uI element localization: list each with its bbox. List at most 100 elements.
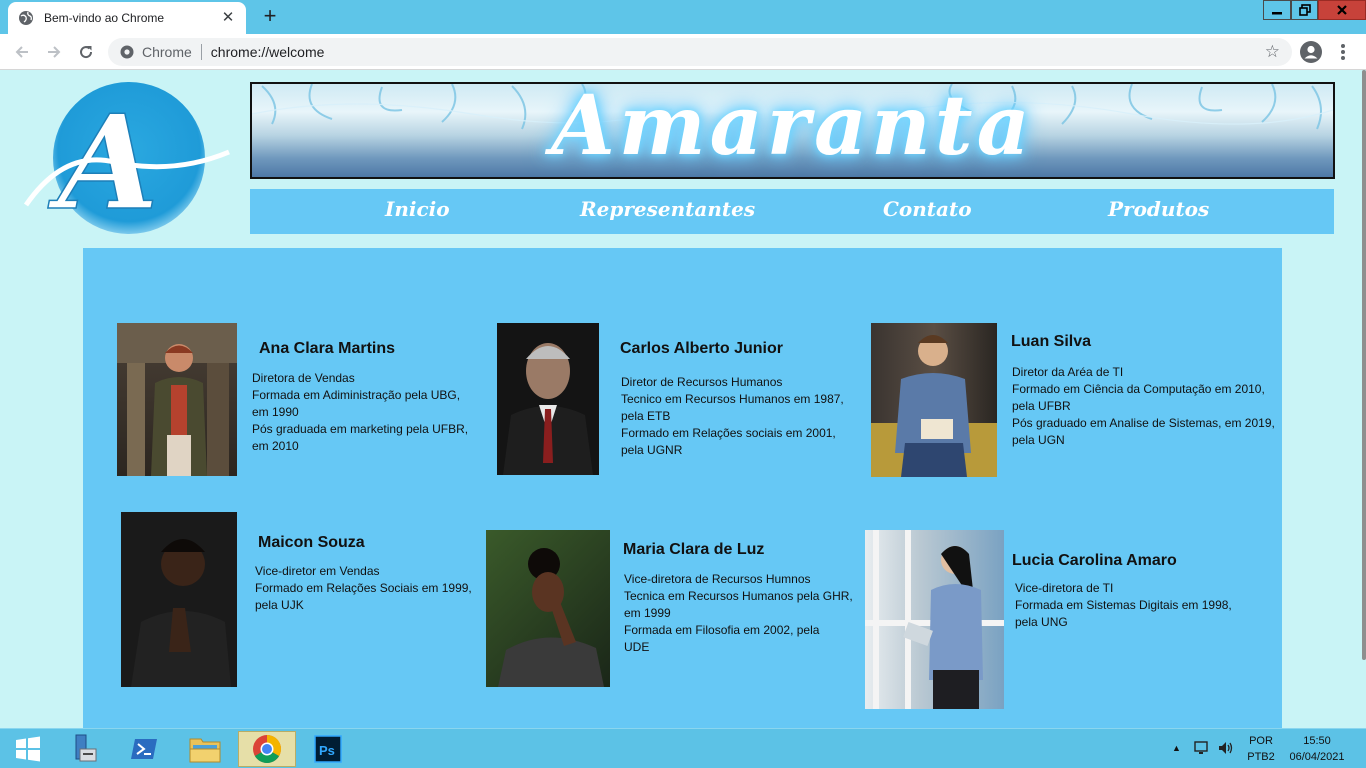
taskbar-photoshop[interactable]: Ps	[300, 731, 356, 767]
browser-tab[interactable]: Bem-vindo ao Chrome ✕	[8, 2, 246, 34]
bio-line: pela ETB	[621, 409, 671, 423]
representative-name: Carlos Alberto Junior	[620, 340, 783, 357]
nav-contato[interactable]: Contato	[883, 197, 972, 221]
representative-bio: Diretora de Vendas Formada em Adiministr…	[252, 370, 468, 455]
input-language[interactable]: POR PTB2	[1244, 733, 1278, 768]
representative-bio: Vice-diretora de TI Formada em Sistemas …	[1015, 580, 1232, 631]
bio-line: UDE	[624, 640, 650, 654]
keyboard-layout: PTB2	[1247, 751, 1275, 763]
bio-line: Vice-diretora de TI	[1015, 581, 1114, 595]
representative-bio: Vice-diretor em Vendas Formado em Relaçõ…	[255, 563, 472, 614]
window-restore-button[interactable]	[1291, 0, 1318, 20]
bookmark-star-icon[interactable]: ☆	[1265, 43, 1280, 61]
taskbar-server-manager[interactable]	[54, 731, 110, 767]
representatives-section: Ana Clara Martins Diretora de Vendas For…	[83, 248, 1282, 728]
network-icon[interactable]	[1194, 740, 1210, 768]
page-scrollbar[interactable]	[1362, 70, 1366, 660]
reload-icon	[80, 46, 93, 59]
powershell-icon	[131, 739, 157, 759]
chrome-site-icon	[120, 45, 134, 59]
start-button[interactable]	[0, 731, 56, 767]
site-navigation: Inicio Representantes Contato Produtos	[250, 189, 1334, 234]
taskbar-chrome[interactable]	[238, 731, 296, 767]
representative-photo	[486, 530, 610, 687]
profile-avatar-icon[interactable]	[1300, 41, 1322, 63]
bio-line: Pós graduado em Analise de Sistemas, em …	[1012, 416, 1275, 430]
site-logo[interactable]: A	[23, 80, 234, 240]
representative-name: Luan Silva	[1011, 333, 1092, 350]
nav-produtos[interactable]: Produtos	[1108, 197, 1209, 221]
bio-line: Formado em Ciência da Computação em 2010…	[1012, 382, 1265, 396]
representative-bio: Vice-diretora de Recursos Humnos Tecnica…	[624, 571, 853, 656]
banner-title: Amaranta	[551, 82, 1034, 174]
back-button[interactable]	[10, 40, 34, 64]
bio-line: Tecnico em Recursos Humanos em 1987,	[621, 392, 844, 406]
forward-button[interactable]	[42, 40, 66, 64]
menu-dot-icon	[1341, 44, 1345, 48]
representative-photo	[117, 323, 237, 476]
tab-title: Bem-vindo ao Chrome	[44, 11, 165, 25]
bio-line: pela UGNR	[621, 443, 683, 457]
nav-inicio[interactable]: Inicio	[385, 197, 450, 221]
representative-photo	[871, 323, 997, 477]
minimize-icon	[1272, 12, 1282, 15]
browser-titlebar: Bem-vindo ao Chrome ✕ +	[0, 0, 1366, 34]
representative-name: Maria Clara de Luz	[623, 541, 765, 558]
representative-name: Maicon Souza	[258, 534, 365, 551]
browser-menu-button[interactable]	[1338, 42, 1348, 62]
globe-icon	[19, 11, 33, 25]
volume-icon[interactable]	[1217, 740, 1235, 768]
bio-line: Formada em Filosofia em 2002, pela	[624, 623, 820, 637]
taskbar-file-explorer[interactable]	[177, 731, 233, 767]
window-minimize-button[interactable]	[1263, 0, 1291, 20]
clock-date: 06/04/2021	[1289, 751, 1345, 763]
web-page: A Amaranta Inicio Representantes Contato…	[0, 70, 1366, 728]
bio-line: Diretora de Vendas	[252, 371, 355, 385]
new-tab-button[interactable]: +	[258, 4, 282, 28]
windows-logo-icon	[16, 736, 40, 762]
close-icon	[1337, 5, 1347, 15]
photoshop-icon: Ps	[314, 735, 342, 763]
site-banner: Amaranta	[250, 82, 1335, 179]
reload-button[interactable]	[74, 40, 98, 64]
nav-representantes[interactable]: Representantes	[580, 197, 755, 221]
logo-emblem-icon: A	[23, 82, 230, 240]
tray-overflow-icon[interactable]: ▲	[1172, 740, 1181, 768]
bio-line: pela UFBR	[1012, 399, 1071, 413]
folder-icon	[189, 738, 221, 763]
taskbar-powershell[interactable]	[116, 731, 172, 767]
tab-close-icon[interactable]: ✕	[220, 10, 236, 26]
bio-line: Vice-diretora de Recursos Humnos	[624, 572, 811, 586]
representative-name: Ana Clara Martins	[259, 340, 396, 357]
language-code: POR	[1249, 735, 1273, 747]
bio-line: Tecnica em Recursos Humanos pela GHR,	[624, 589, 853, 603]
bio-line: Diretor de Recursos Humanos	[621, 375, 783, 389]
bio-line: Vice-diretor em Vendas	[255, 564, 380, 578]
server-manager-icon	[75, 734, 97, 762]
clock[interactable]: 15:50 06/04/2021	[1284, 733, 1350, 768]
arrow-right-icon	[48, 46, 61, 58]
windows-taskbar: Ps ▲ POR PTB2 15:50 06/04/2021	[0, 728, 1366, 768]
representative-photo	[121, 512, 237, 687]
arrow-left-icon	[15, 46, 28, 58]
bio-line: Diretor da Aréa de TI	[1012, 365, 1124, 379]
clock-time: 15:50	[1303, 735, 1331, 747]
bio-line: Pós graduada em marketing pela UFBR,	[252, 422, 469, 436]
representative-name: Lucia Carolina Amaro	[1012, 552, 1177, 569]
representative-photo	[497, 323, 599, 475]
bio-line: em 1990	[252, 405, 299, 419]
restore-icon	[1298, 4, 1311, 16]
svg-text:Ps: Ps	[319, 743, 335, 758]
menu-dot-icon	[1341, 56, 1345, 60]
address-bar[interactable]: Chrome chrome://welcome ☆	[108, 38, 1292, 66]
url-text[interactable]: chrome://welcome	[211, 44, 325, 60]
window-close-button[interactable]	[1318, 0, 1366, 20]
browser-toolbar: Chrome chrome://welcome ☆	[0, 34, 1366, 70]
bio-line: pela UGN	[1012, 433, 1065, 447]
bio-line: Formada em Sistemas Digitais em 1998,	[1015, 598, 1232, 612]
bio-line: pela UNG	[1015, 615, 1068, 629]
bio-line: em 1999	[624, 606, 671, 620]
menu-dot-icon	[1341, 50, 1345, 54]
bio-line: pela UJK	[255, 598, 304, 612]
representative-bio: Diretor da Aréa de TI Formado em Ciência…	[1012, 364, 1275, 449]
